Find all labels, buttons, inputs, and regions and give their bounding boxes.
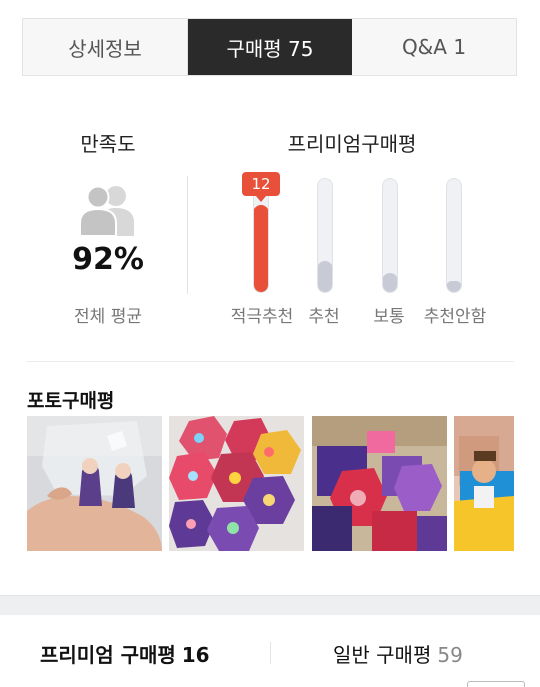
satisfaction-subtitle: 전체 평균	[74, 307, 142, 327]
premium-review-count: 16	[181, 643, 210, 667]
summary-divider	[270, 642, 271, 664]
premium-review-label: 프리미엄 구매평	[40, 643, 176, 667]
bar-fill-recommend	[318, 261, 332, 292]
bar-not-recommend	[446, 178, 462, 293]
bar-label-not-recommend: 추천안함	[423, 307, 487, 327]
general-review-count: 59	[437, 643, 463, 667]
satisfaction-value: 92%	[72, 242, 144, 277]
count-badge: 12	[242, 172, 280, 202]
photo-review-3[interactable]	[312, 416, 447, 551]
general-review-count-button[interactable]: 일반 구매평 59	[333, 639, 463, 668]
bar-fill-not-recommend	[447, 280, 461, 292]
tab-qna[interactable]: Q&A 1	[352, 19, 516, 75]
tab-reviews[interactable]: 구매평 75	[187, 19, 352, 75]
people-icon	[79, 185, 134, 236]
bar-neutral	[382, 178, 398, 293]
photo-review-title: 포토구매평	[27, 390, 115, 412]
bar-fill-neutral	[383, 272, 397, 292]
general-review-label: 일반 구매평	[333, 643, 432, 667]
section-divider	[187, 176, 188, 294]
premium-review-count-button[interactable]: 프리미엄 구매평 16	[40, 639, 210, 668]
photo-review-4[interactable]	[454, 416, 514, 551]
bar-fill-strongly-recommend	[254, 204, 268, 292]
photo-review-2[interactable]	[169, 416, 304, 551]
satisfaction-title: 만족도	[80, 132, 136, 156]
section-separator-band	[0, 595, 540, 615]
photo-review-1[interactable]	[27, 416, 162, 551]
premium-review-title: 프리미엄구매평	[287, 132, 417, 156]
photo-review-strip	[27, 416, 514, 551]
tab-detail-info[interactable]: 상세정보	[23, 19, 187, 75]
horizontal-divider	[26, 361, 514, 362]
partial-dropdown-box[interactable]	[467, 681, 525, 687]
review-tabs: 상세정보 구매평 75 Q&A 1	[22, 18, 517, 76]
bar-recommend	[317, 178, 333, 293]
